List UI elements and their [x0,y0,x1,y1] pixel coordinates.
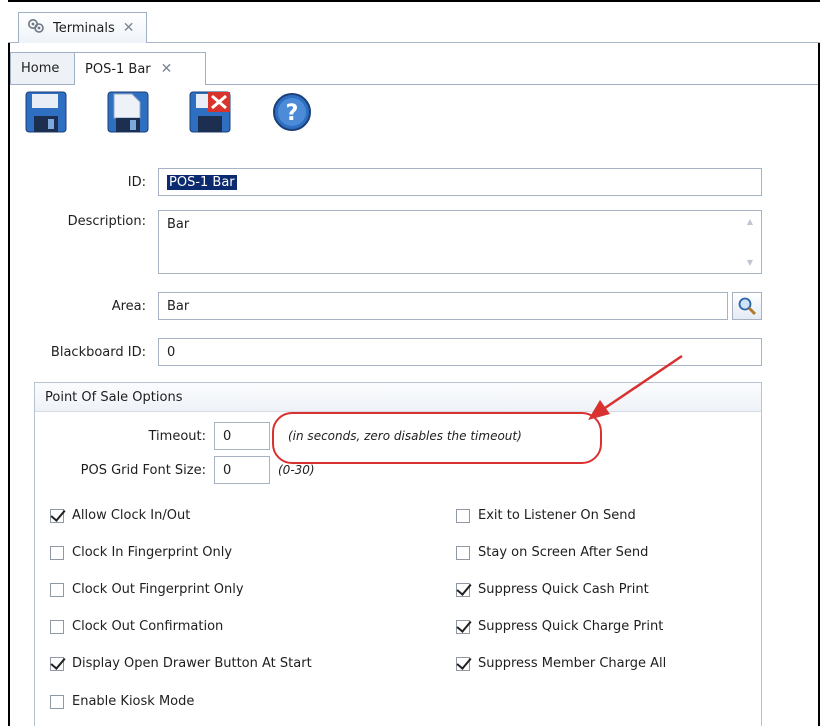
kiosk-mode-checkbox[interactable]: Enable Kiosk Mode [50,694,194,709]
checkbox-box[interactable] [456,582,470,597]
checkbox-box[interactable] [456,545,470,560]
annotation-circle [272,412,602,464]
tab-pos-1-bar[interactable]: POS-1 Bar ✕ [74,52,206,85]
delete-icon [189,91,231,133]
tab-home-label: Home [21,61,60,76]
scroll-up-icon[interactable]: ▲ [747,217,753,226]
svg-text:?: ? [286,101,299,126]
help-button[interactable]: ? [270,90,314,134]
checkbox-label: Clock In Fingerprint Only [72,545,233,560]
suppress-member-charge-checkbox[interactable]: Suppress Member Charge All [456,656,666,671]
save-icon [25,91,67,133]
clock-in-fingerprint-checkbox[interactable]: Clock In Fingerprint Only [50,545,232,560]
description-field[interactable]: Bar ▲ ▼ [158,210,762,274]
checkbox-box[interactable] [456,508,470,523]
id-label: ID: [127,174,146,190]
annotation-arrow [588,354,683,420]
checkbox-label: Suppress Quick Cash Print [478,582,649,597]
delete-button[interactable] [188,90,232,134]
area-row: Area: Bar [60,292,762,320]
clock-out-fingerprint-checkbox[interactable]: Clock Out Fingerprint Only [50,582,244,597]
checkbox-box[interactable] [456,656,470,671]
timeout-value: 0 [223,428,232,444]
id-field[interactable]: POS-1 Bar [158,168,762,196]
font-size-label: POS Grid Font Size: [80,462,206,478]
tab-terminals-label: Terminals [53,20,115,36]
tab-terminals[interactable]: Terminals ✕ [18,12,148,43]
blackboard-value: 0 [167,344,176,360]
checkbox-box[interactable] [50,582,64,597]
checkbox-label: Exit to Listener On Send [478,508,636,523]
tab-pos-1-bar-label: POS-1 Bar [85,61,151,77]
scroll-down-icon[interactable]: ▼ [747,258,753,267]
area-field[interactable]: Bar [158,292,728,320]
checkbox-label: Clock Out Confirmation [72,619,224,634]
allow-clock-checkbox[interactable]: Allow Clock In/Out [50,508,190,523]
blackboard-label: Blackboard ID: [50,344,146,360]
font-size-value: 0 [223,462,232,478]
help-icon: ? [273,93,311,131]
checkbox-label: Suppress Quick Charge Print [478,619,664,634]
font-size-hint: (0-30) [278,463,315,477]
toolbar: ? [24,88,314,136]
app-tab-strip: Terminals ✕ [8,2,820,43]
description-label: Description: [67,214,146,229]
timeout-field[interactable]: 0 [214,422,270,450]
suppress-cash-print-checkbox[interactable]: Suppress Quick Cash Print [456,582,649,597]
area-value: Bar [167,298,190,314]
checkbox-label: Suppress Member Charge All [478,656,667,671]
open-drawer-checkbox[interactable]: Display Open Drawer Button At Start [50,656,312,671]
document-tab-strip: Home POS-1 Bar ✕ [10,52,818,85]
checkbox-label: Enable Kiosk Mode [72,694,195,709]
close-icon[interactable]: ✕ [123,21,135,35]
font-size-row: POS Grid Font Size: 0 (0-30) [52,456,315,484]
checkbox-box[interactable] [456,619,470,634]
save-as-button[interactable] [106,90,150,134]
checkbox-label: Display Open Drawer Button At Start [72,656,312,671]
search-icon [738,297,757,316]
stay-on-screen-checkbox[interactable]: Stay on Screen After Send [456,545,648,560]
gear-icon [27,17,45,39]
description-value: Bar [167,217,190,232]
area-lookup-button[interactable] [732,292,762,320]
checkbox-box[interactable] [50,508,64,523]
clock-out-confirmation-checkbox[interactable]: Clock Out Confirmation [50,619,223,634]
save-button[interactable] [24,90,68,134]
checkbox-label: Clock Out Fingerprint Only [72,582,244,597]
exit-to-listener-checkbox[interactable]: Exit to Listener On Send [456,508,636,523]
suppress-charge-print-checkbox[interactable]: Suppress Quick Charge Print [456,619,663,634]
checkbox-box[interactable] [50,656,64,671]
close-icon[interactable]: ✕ [161,62,173,76]
checkbox-box[interactable] [50,619,64,634]
checkbox-box[interactable] [50,545,64,560]
area-label: Area: [111,298,146,314]
id-row: ID: POS-1 Bar [90,168,762,196]
save-as-icon [107,91,149,133]
timeout-label: Timeout: [148,428,206,444]
font-size-field[interactable]: 0 [214,456,270,484]
id-value: POS-1 Bar [167,174,237,190]
description-row: Description: Bar ▲ ▼ [40,210,762,274]
checkbox-label: Allow Clock In/Out [72,508,191,523]
checkbox-label: Stay on Screen After Send [478,545,649,560]
checkbox-box[interactable] [50,694,64,709]
